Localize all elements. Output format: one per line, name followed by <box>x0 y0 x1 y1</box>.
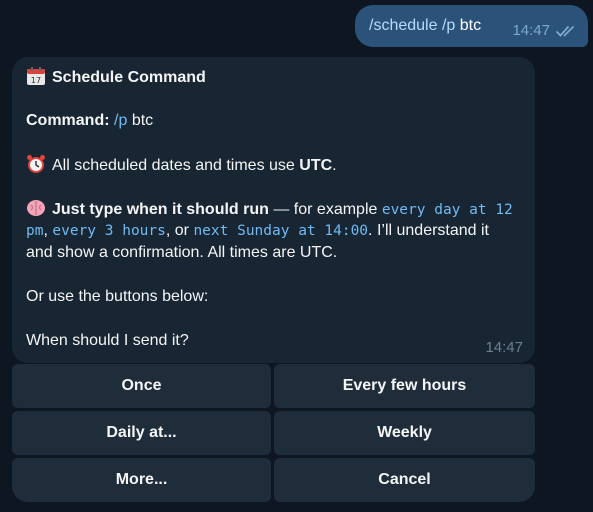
buttons-hint: Or use the buttons below: <box>26 288 209 305</box>
type-end: . I’ll understand it <box>368 222 489 239</box>
every-few-hours-button[interactable]: Every few hours <box>274 364 535 408</box>
outgoing-command-arg: btc <box>459 17 482 34</box>
utc-line: All scheduled dates and times use UTC. <box>26 154 337 177</box>
once-button[interactable]: Once <box>12 364 271 408</box>
command-link[interactable]: /p <box>114 112 127 129</box>
example-1b[interactable]: pm <box>26 223 43 239</box>
incoming-timestamp: 14:47 <box>485 339 523 356</box>
incoming-message-bubble: 17 Schedule Command Command: /p btc All … <box>12 57 535 363</box>
comma: , <box>43 222 48 239</box>
question: When should I send it? <box>26 332 189 349</box>
confirm-line: and show a confirmation. All times are U… <box>26 244 338 261</box>
example-2[interactable]: every 3 hours <box>52 223 166 239</box>
weekly-button[interactable]: Weekly <box>274 411 535 455</box>
message-title: Schedule Command <box>52 69 206 86</box>
type-instruction-line-1: Just type when it should run — for examp… <box>26 198 513 221</box>
outgoing-command-link[interactable]: /schedule /p <box>369 17 455 34</box>
utc-suffix: . <box>332 157 337 174</box>
daily-button[interactable]: Daily at... <box>12 411 271 455</box>
command-line: Command: /p btc <box>26 110 153 132</box>
outgoing-timestamp: 14:47 <box>512 22 550 39</box>
more-button[interactable]: More... <box>12 458 271 502</box>
alarm-clock-icon <box>27 155 45 173</box>
type-bold: Just type when it should run <box>52 201 269 218</box>
svg-text:17: 17 <box>31 76 41 85</box>
brain-icon <box>27 200 45 216</box>
cancel-button[interactable]: Cancel <box>274 458 535 502</box>
message-title-line: 17 Schedule Command <box>26 66 206 89</box>
calendar-icon: 17 <box>27 67 45 85</box>
command-label: Command: <box>26 112 110 129</box>
utc-bold: UTC <box>299 157 333 174</box>
utc-text: All scheduled dates and times use <box>52 157 295 174</box>
or-text: , or <box>165 222 194 239</box>
outgoing-message-text: /schedule /p btc <box>369 17 481 35</box>
command-arg: btc <box>131 112 154 129</box>
example-1a[interactable]: every day at 12 <box>382 202 513 218</box>
outgoing-meta: 14:47 <box>512 22 578 39</box>
type-mid: — for example <box>268 201 382 218</box>
example-3[interactable]: next Sunday at 14:00 <box>193 223 368 239</box>
type-instruction-line-2: pm, every 3 hours, or next Sunday at 14:… <box>26 220 489 242</box>
read-double-check-icon <box>556 25 574 37</box>
outgoing-message-bubble: /schedule /p btc 14:47 <box>355 5 588 47</box>
